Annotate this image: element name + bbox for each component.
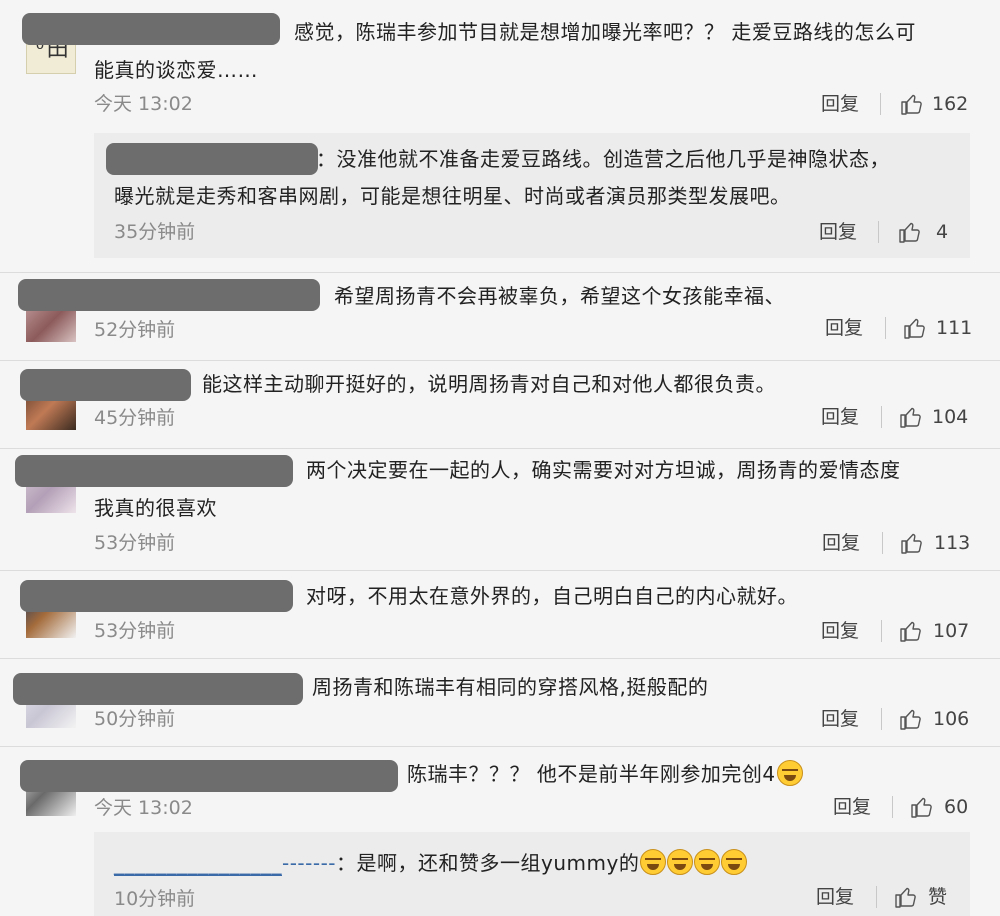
comment-text: 周扬青和陈瑞丰有相同的穿搭风格,挺般配的 (312, 675, 709, 699)
reply-username-dashes[interactable]: ------- (282, 851, 336, 875)
reply-text: ________________-------：是啊，还和赞多一组yummy的 (114, 845, 748, 881)
thumbs-up-icon[interactable] (899, 619, 923, 643)
comment-timestamp: 今天 13:02 (94, 797, 193, 819)
comment-item: 周扬青和陈瑞丰有相同的穿搭风格,挺般配的 50分钟前 回复 106 (0, 658, 1000, 746)
comment-text: 感觉，陈瑞丰参加节目就是想增加曝光率吧？？ 走爱豆路线的怎么可 (294, 20, 916, 44)
divider (882, 532, 883, 554)
thumbs-up-icon[interactable] (903, 316, 927, 340)
like-count: 107 (933, 620, 970, 642)
sub-reply-box: ________________-------：是啊，还和赞多一组yummy的 … (94, 832, 970, 916)
divider (881, 708, 882, 730)
divider (881, 620, 882, 642)
reply-button[interactable]: 回复 (821, 91, 859, 117)
comment-text: 陈瑞丰？？？ 他不是前半年刚参加完创4 (407, 756, 803, 792)
comment-text: 两个决定要在一起的人，确实需要对对方坦诚，周扬青的爱情态度 (306, 458, 901, 482)
thumbs-up-icon[interactable] (899, 405, 923, 429)
thumbs-up-icon[interactable] (899, 707, 923, 731)
comment-text: 希望周扬青不会再被辜负，希望这个女孩能幸福、 (334, 284, 785, 308)
comment-text-body: 陈瑞丰？？？ 他不是前半年刚参加完创4 (407, 762, 776, 786)
comment-timestamp: 53分钟前 (94, 620, 176, 642)
laughing-tears-emoji-icon (776, 760, 803, 786)
reply-text: ：没准他就不准备走爱豆路线。创造营之后他几乎是神隐状态， (316, 147, 890, 171)
laughing-tears-emoji-icon (721, 849, 748, 875)
like-count: 113 (934, 532, 971, 554)
divider (880, 93, 881, 115)
reply-button[interactable]: 回复 (819, 219, 857, 245)
thumbs-up-icon[interactable] (894, 885, 918, 909)
comment-item: 希望周扬青不会再被辜负，希望这个女孩能幸福、 52分钟前 回复 111 (0, 272, 1000, 360)
laughing-tears-emoji-icon (667, 849, 694, 875)
laughing-tears-emoji-icon (694, 849, 721, 875)
username-redacted[interactable] (106, 143, 318, 175)
username-redacted[interactable] (13, 673, 303, 705)
comment-item: ᴼ田 感觉，陈瑞丰参加节目就是想增加曝光率吧？？ 走爱豆路线的怎么可 能真的谈恋… (0, 0, 1000, 140)
comment-item: 陈瑞丰？？？ 他不是前半年刚参加完创4 今天 13:02 回复 60 (0, 746, 1000, 832)
comment-item: 能这样主动聊开挺好的，说明周扬青对自己和对他人都很负责。 45分钟前 回复 10… (0, 360, 1000, 448)
thumbs-up-icon[interactable] (910, 795, 934, 819)
divider (878, 221, 879, 243)
reply-button[interactable]: 回复 (822, 530, 860, 556)
comment-text-continued: 我真的很喜欢 (94, 496, 217, 520)
reply-button[interactable]: 回复 (825, 315, 863, 341)
divider (876, 886, 877, 908)
comment-text-continued: 能真的谈恋爱…… (94, 58, 258, 82)
divider (892, 796, 893, 818)
comment-timestamp: 今天 13:02 (94, 93, 193, 115)
divider (881, 406, 882, 428)
reply-button[interactable]: 回复 (833, 794, 871, 820)
comment-text: 对呀，不用太在意外界的，自己明白自己的内心就好。 (306, 584, 798, 608)
thumbs-up-icon[interactable] (900, 531, 924, 555)
like-count: 4 (936, 221, 949, 243)
reply-button[interactable]: 回复 (821, 618, 859, 644)
sub-reply-box: ：没准他就不准备走爱豆路线。创造营之后他几乎是神隐状态， 曝光就是走秀和客串网剧… (94, 133, 970, 258)
like-count: 111 (936, 317, 973, 339)
like-count: 60 (944, 796, 969, 818)
thumbs-up-icon[interactable] (898, 220, 922, 244)
like-count: 104 (932, 406, 969, 428)
reply-button[interactable]: 回复 (821, 706, 859, 732)
comment-item: 两个决定要在一起的人，确实需要对对方坦诚，周扬青的爱情态度 我真的很喜欢 53分… (0, 448, 1000, 570)
reply-timestamp: 10分钟前 (114, 888, 196, 910)
like-count: 106 (933, 708, 970, 730)
reply-button[interactable]: 回复 (821, 404, 859, 430)
comment-item: 对呀，不用太在意外界的，自己明白自己的内心就好。 53分钟前 回复 107 (0, 570, 1000, 658)
reply-username-link[interactable]: ________________ (114, 851, 282, 876)
username-redacted[interactable] (20, 369, 191, 401)
comment-text: 能这样主动聊开挺好的，说明周扬青对自己和对他人都很负责。 (202, 372, 776, 396)
username-redacted[interactable] (20, 580, 293, 612)
laughing-tears-emoji-icon (640, 849, 667, 875)
like-count: 162 (932, 93, 969, 115)
reply-text-body: ：是啊，还和赞多一组yummy的 (336, 851, 640, 875)
reply-text-continued: 曝光就是走秀和客串网剧，可能是想往明星、时尚或者演员那类型发展吧。 (114, 184, 791, 208)
divider (885, 317, 886, 339)
username-redacted[interactable] (18, 279, 320, 311)
comment-timestamp: 53分钟前 (94, 532, 176, 554)
username-redacted[interactable] (15, 455, 293, 487)
comment-timestamp: 45分钟前 (94, 407, 176, 429)
reply-timestamp: 35分钟前 (114, 221, 196, 243)
reply-button[interactable]: 回复 (816, 884, 854, 910)
comment-timestamp: 50分钟前 (94, 708, 176, 730)
comment-timestamp: 52分钟前 (94, 319, 176, 341)
like-label[interactable]: 赞 (928, 884, 947, 910)
thumbs-up-icon[interactable] (900, 92, 924, 116)
username-redacted[interactable] (22, 13, 280, 45)
username-redacted[interactable] (20, 760, 398, 792)
